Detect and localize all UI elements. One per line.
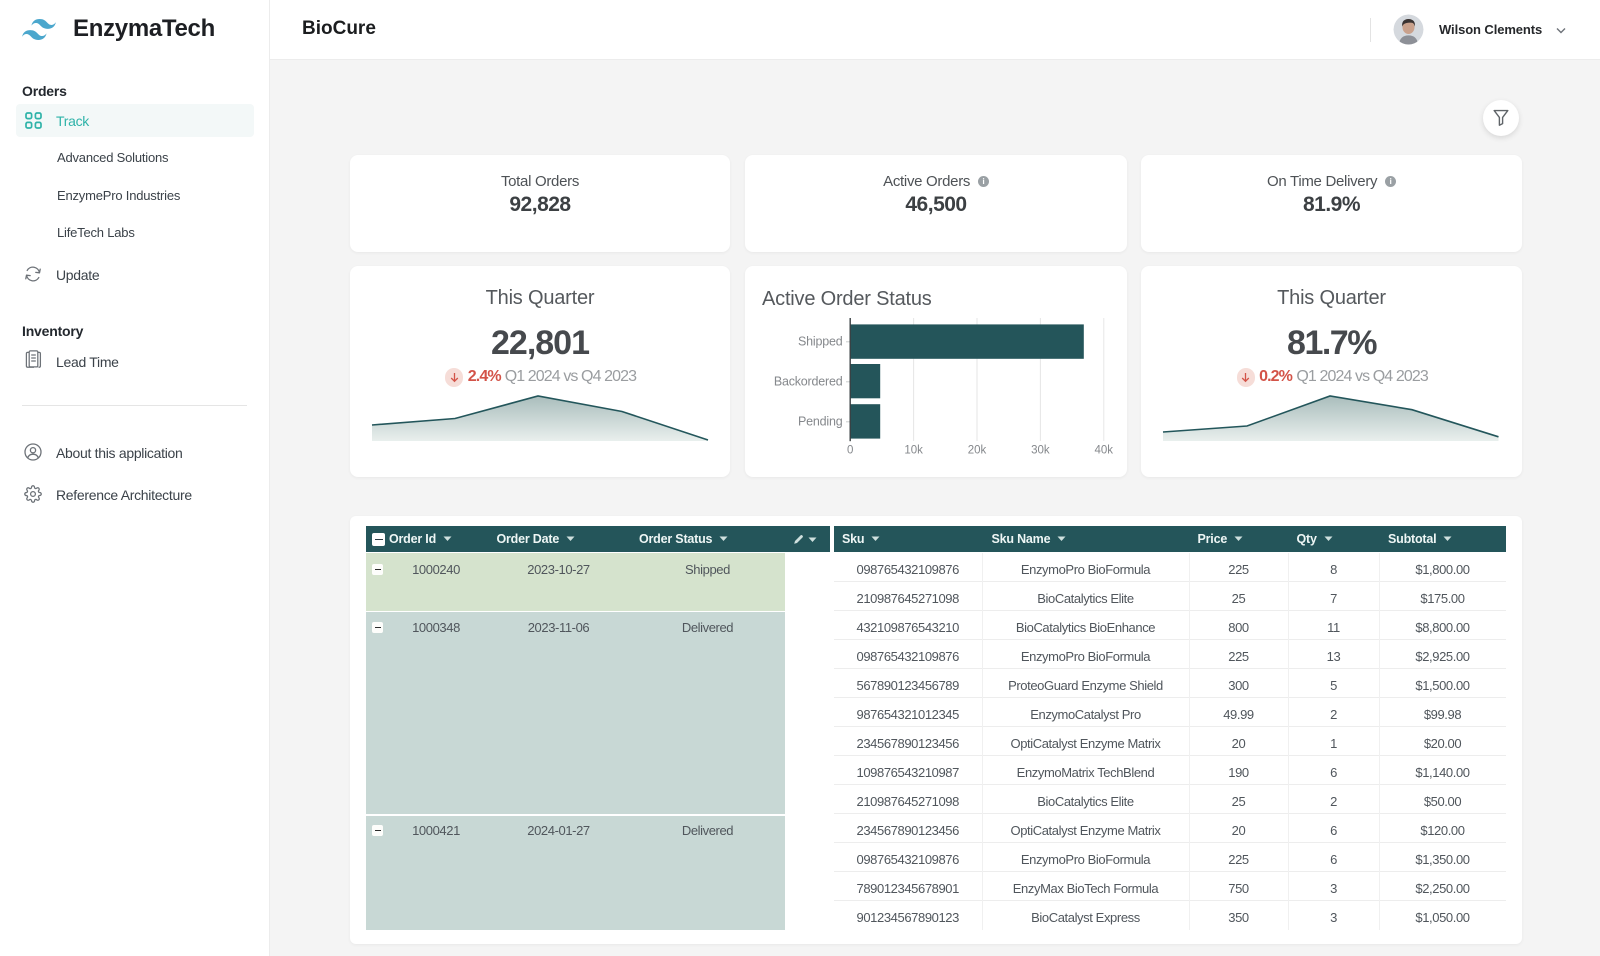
svg-text:0: 0 (847, 445, 853, 457)
svg-text:Backordered: Backordered (774, 375, 843, 389)
svg-text:20k: 20k (968, 445, 987, 457)
svg-text:Shipped: Shipped (798, 335, 843, 349)
svg-text:30k: 30k (1031, 445, 1050, 457)
svg-text:Pending: Pending (798, 415, 843, 429)
svg-text:10k: 10k (904, 445, 923, 457)
svg-text:40k: 40k (1095, 445, 1114, 457)
